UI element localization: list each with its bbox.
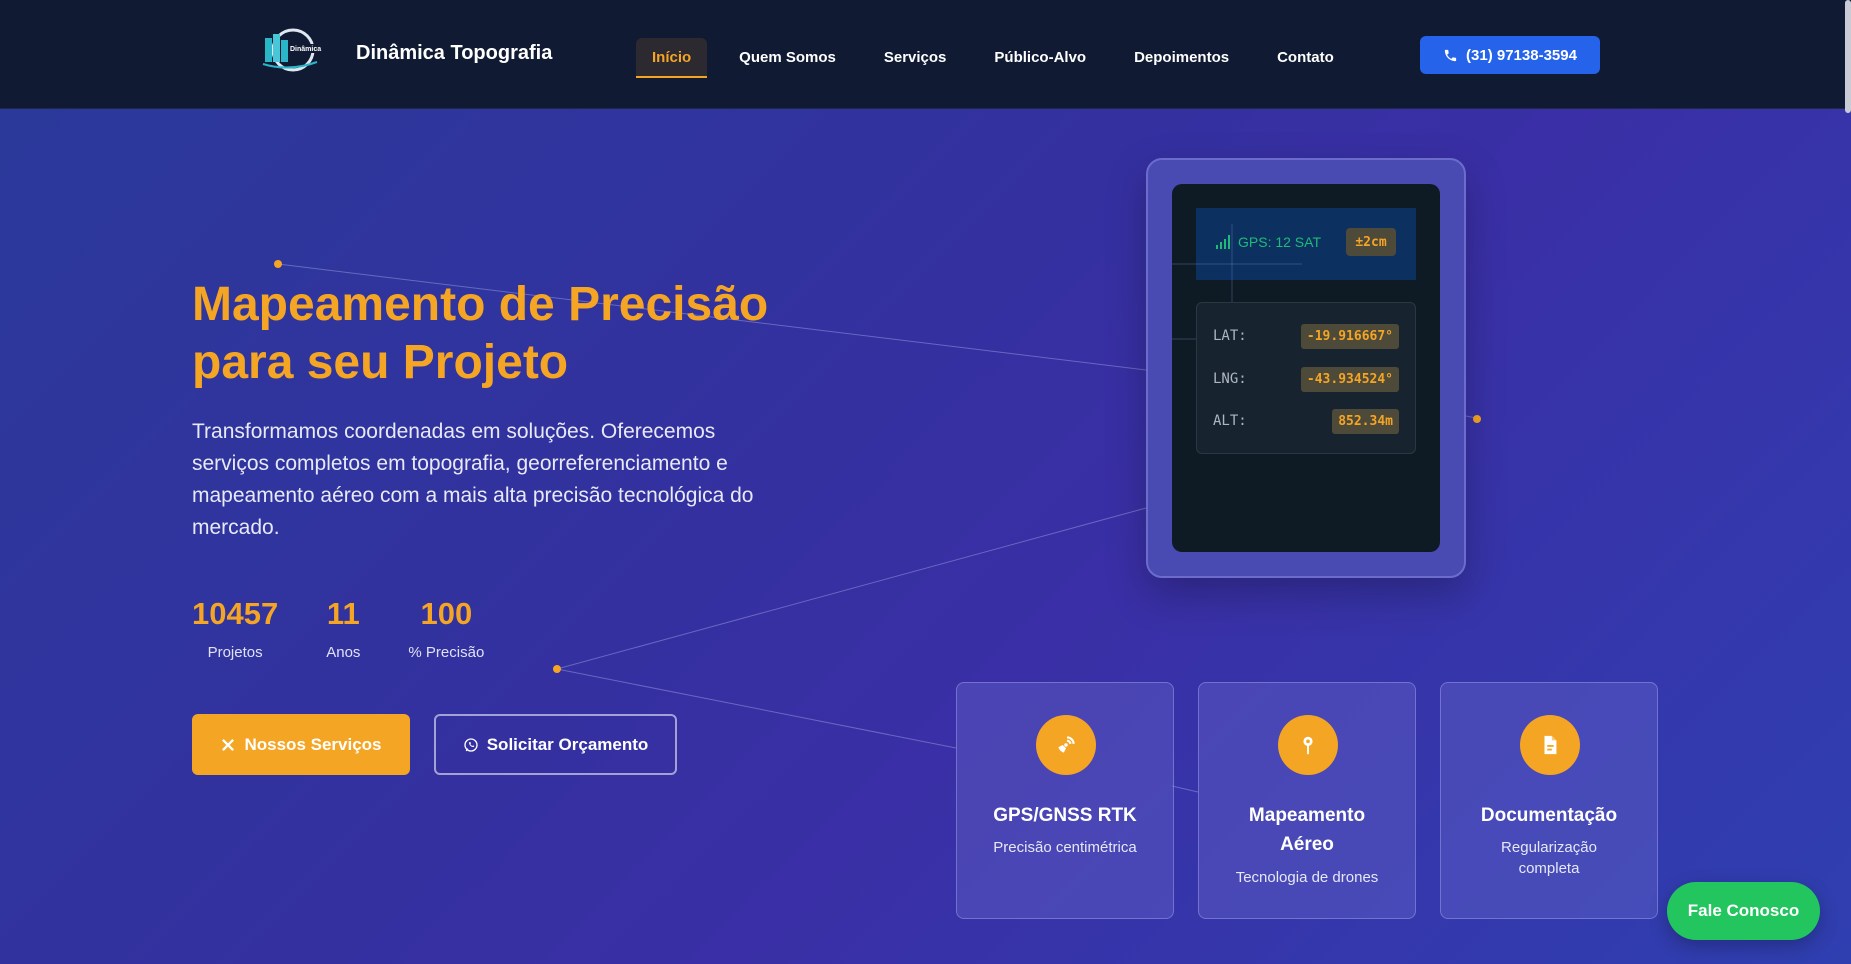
coord-label: LNG: [1213, 371, 1247, 387]
accuracy-badge: ±2cm [1346, 228, 1396, 256]
coord-value: 852.34m [1332, 408, 1399, 434]
coord-label: LAT: [1213, 328, 1247, 344]
signal-bars-icon [1216, 235, 1230, 249]
stat-value: 10457 [192, 596, 279, 631]
feature-subtitle: Precisão centimétrica [993, 839, 1137, 856]
nav-item-inicio[interactable]: Início [636, 38, 708, 78]
stat-projetos: 10457 Projetos [192, 596, 278, 661]
our-services-button[interactable]: Nossos Serviços [192, 714, 410, 775]
device-screen: GPS: 12 SAT ±2cm LAT: -19.916667° LNG: -… [1172, 184, 1440, 552]
map-pin-icon [1278, 715, 1338, 775]
stat-precisao: 100 % Precisão [408, 596, 484, 661]
request-quote-button[interactable]: Solicitar Orçamento [434, 714, 677, 775]
site-header: Dinâmica Dinâmica Topografia Início Quem… [0, 0, 1851, 109]
stat-label: Projetos [207, 644, 263, 661]
phone-button[interactable]: (31) 97138-3594 [1420, 36, 1600, 74]
nav-item-servicos[interactable]: Serviços [868, 38, 963, 78]
document-icon [1520, 715, 1580, 775]
stat-value: 100 [420, 596, 473, 631]
network-node [274, 260, 282, 268]
feature-title: Documentação [1480, 805, 1618, 826]
hero-title: Mapeamento de Precisão para seu Projeto [192, 278, 769, 389]
stat-value: 11 [326, 596, 360, 631]
stat-label: % Precisão [408, 644, 485, 661]
network-node [553, 665, 561, 673]
request-quote-label: Solicitar Orçamento [486, 734, 649, 754]
feature-title: Mapeamento Aéreo [1248, 805, 1366, 855]
feature-title: GPS/GNSS RTK [993, 805, 1137, 826]
company-logo[interactable]: Dinâmica [259, 26, 323, 74]
page-scrollbar[interactable] [1845, 0, 1851, 113]
gps-satellites: GPS: 12 SAT [1238, 234, 1321, 250]
gps-device-illustration: GPS: 12 SAT ±2cm LAT: -19.916667° LNG: -… [1146, 158, 1466, 578]
stats-row: 10457 Projetos 11 Anos 100 % Precisão [192, 596, 484, 661]
feature-subtitle: Tecnologia de drones [1235, 869, 1379, 886]
network-node [1473, 415, 1481, 423]
coord-row-lat: LAT: -19.916667° [1213, 322, 1399, 350]
whatsapp-icon [464, 737, 478, 752]
feature-subtitle: Regularização completa [1501, 839, 1597, 877]
tools-icon [222, 738, 235, 751]
nav-item-publico-alvo[interactable]: Público-Alvo [978, 38, 1102, 78]
nav-item-depoimentos[interactable]: Depoimentos [1118, 38, 1245, 78]
our-services-label: Nossos Serviços [244, 734, 382, 754]
stat-anos: 11 Anos [326, 596, 360, 661]
coordinates-panel: LAT: -19.916667° LNG: -43.934524° ALT: 8… [1196, 302, 1416, 454]
coord-value: -43.934524° [1300, 366, 1399, 392]
nav-item-contato[interactable]: Contato [1261, 38, 1350, 78]
satellite-dish-icon [1036, 715, 1096, 775]
gps-status-bar: GPS: 12 SAT ±2cm [1196, 208, 1416, 280]
feature-card-mapping[interactable]: Mapeamento Aéreo Tecnologia de drones [1198, 682, 1416, 919]
stat-label: Anos [326, 644, 361, 661]
feature-card-documentation[interactable]: Documentação Regularização completa [1440, 682, 1658, 919]
phone-icon [1444, 49, 1457, 61]
phone-number: (31) 97138-3594 [1466, 46, 1577, 64]
brand-name[interactable]: Dinâmica Topografia [356, 42, 552, 65]
coord-row-alt: ALT: 852.34m [1213, 407, 1399, 435]
coord-label: ALT: [1213, 413, 1247, 429]
feature-card-gps[interactable]: GPS/GNSS RTK Precisão centimétrica [956, 682, 1174, 919]
hero-description: Transformamos coordenadas em soluções. O… [192, 420, 754, 539]
coord-row-lng: LNG: -43.934524° [1213, 365, 1399, 393]
main-nav: Início Quem Somos Serviços Público-Alvo … [636, 38, 1366, 78]
nav-item-quem-somos[interactable]: Quem Somos [723, 38, 852, 78]
contact-us-floating-button[interactable]: Fale Conosco [1667, 882, 1820, 940]
coord-value: -19.916667° [1300, 323, 1399, 349]
svg-text:Dinâmica: Dinâmica [290, 46, 321, 53]
gps-status: GPS: 12 SAT [1216, 234, 1321, 250]
